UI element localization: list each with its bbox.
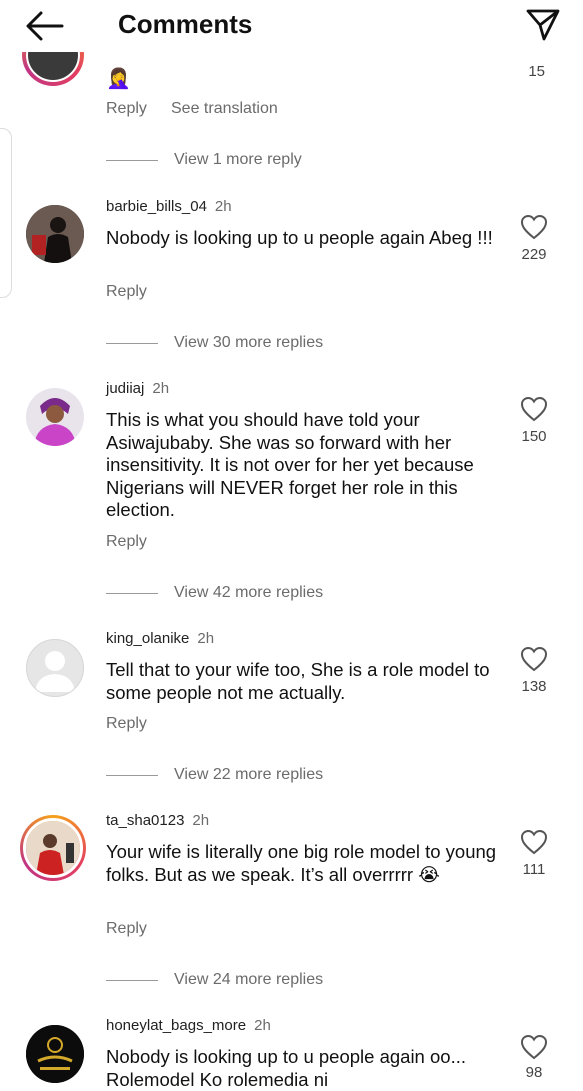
avatar-image (26, 205, 84, 263)
like-count: 229 (521, 246, 547, 263)
facepalm-emoji: 🤦‍♀️ (106, 68, 131, 90)
paper-plane-icon[interactable] (525, 8, 561, 42)
heart-icon[interactable] (520, 829, 548, 855)
like-count: 150 (521, 428, 547, 445)
header-bar: Comments (0, 0, 583, 52)
username-text[interactable]: king_olanike (106, 630, 189, 647)
comment-username[interactable]: king_olanike 2h (106, 630, 214, 647)
divider-line (106, 159, 158, 161)
avatar[interactable] (26, 639, 84, 697)
reply-button[interactable]: Reply (106, 920, 147, 938)
comment-text: Nobody is looking up to u people again o… (106, 1046, 466, 1090)
divider-line (106, 592, 158, 594)
view-more-replies[interactable]: View 42 more replies (106, 584, 323, 602)
view-more-label: View 22 more replies (174, 766, 324, 783)
username-text[interactable]: ta_sha0123 (106, 812, 184, 829)
heart-icon[interactable] (520, 396, 548, 422)
view-more-label: View 1 more reply (174, 151, 302, 168)
username-text[interactable]: judiiaj (106, 380, 144, 397)
comment-username[interactable]: honeylat_bags_more 2h (106, 1017, 271, 1034)
like-count: 98 (525, 1064, 543, 1081)
avatar-image (26, 388, 84, 446)
heart-icon[interactable] (520, 1034, 548, 1060)
comment-text: Tell that to your wife too, She is a rol… (106, 659, 490, 703)
comment-time: 2h (254, 1017, 271, 1034)
comment-username[interactable]: judiiaj 2h (106, 380, 169, 397)
see-translation-button[interactable]: See translation (171, 100, 278, 118)
comment-text: Your wife is literally one big role mode… (106, 841, 497, 885)
heart-icon[interactable] (520, 646, 548, 672)
reply-button[interactable]: Reply (106, 100, 147, 118)
like-count: 15 (528, 63, 545, 80)
comment-time: 2h (197, 630, 215, 647)
avatar-story-ring[interactable] (20, 815, 86, 881)
view-more-label: View 30 more replies (174, 334, 324, 351)
side-edge-tab (0, 128, 12, 298)
view-more-label: View 42 more replies (174, 584, 324, 601)
reply-button[interactable]: Reply (106, 283, 147, 301)
view-more-replies[interactable]: View 24 more replies (106, 971, 323, 989)
comment-time: 2h (192, 812, 210, 829)
avatar (23, 818, 83, 878)
avatar-image (26, 821, 80, 875)
view-more-replies[interactable]: View 1 more reply (106, 151, 302, 169)
divider-line (106, 979, 158, 981)
like-count: 138 (521, 678, 547, 695)
like-count: 111 (522, 861, 546, 878)
avatar[interactable] (26, 205, 84, 263)
honeylat-logo (26, 1025, 84, 1083)
comment-username[interactable]: barbie_bills_04 2h (106, 198, 232, 215)
view-more-replies[interactable]: View 22 more replies (106, 766, 323, 784)
username-text[interactable]: honeylat_bags_more (106, 1017, 246, 1034)
comment-text: Nobody is looking up to u people again A… (106, 227, 493, 248)
avatar[interactable] (26, 1025, 84, 1083)
divider-line (106, 774, 158, 776)
comment-text: This is what you should have told your A… (106, 409, 474, 521)
reply-button[interactable]: Reply (106, 533, 147, 551)
reply-button[interactable]: Reply (106, 715, 147, 733)
view-more-label: View 24 more replies (174, 971, 324, 988)
page-title: Comments (118, 9, 253, 39)
comment-time: 2h (152, 380, 170, 397)
arrow-left-icon[interactable] (24, 10, 64, 42)
comment-username[interactable]: ta_sha0123 2h (106, 812, 209, 829)
username-text[interactable]: barbie_bills_04 (106, 198, 207, 215)
view-more-replies[interactable]: View 30 more replies (106, 334, 323, 352)
comment-time: 2h (214, 198, 232, 215)
heart-icon[interactable] (520, 214, 548, 240)
avatar[interactable] (26, 388, 84, 446)
divider-line (106, 342, 158, 344)
default-user-icon (35, 651, 75, 692)
